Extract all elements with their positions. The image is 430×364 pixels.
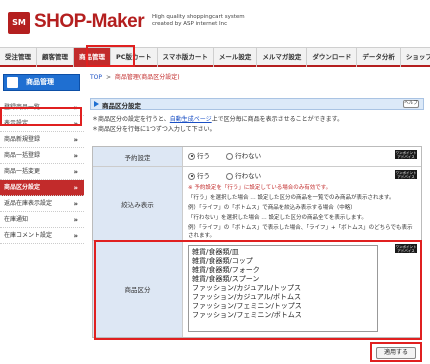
nav-orders[interactable]: 受注管理 xyxy=(0,48,37,67)
row-body: 行う 行わない ワンポイントアドバイス xyxy=(184,147,421,165)
note-line-2: ＊商品区分を行毎に1つずつ入力して下さい。 xyxy=(92,126,216,133)
help-button[interactable]: ヘルプ xyxy=(403,100,419,108)
radio-group-filter: 行う 行わない xyxy=(188,170,417,182)
triangle-marker-icon xyxy=(94,101,99,107)
tagline-line-2: created by ASP internet Inc xyxy=(152,21,228,27)
breadcrumb: TOP > 商品管理(商品区分設定) xyxy=(90,72,180,81)
sidebar-heading: 商品管理 xyxy=(3,74,80,91)
sidebar-item-label: 商品区分設定 xyxy=(4,184,41,191)
sidebar-item-stock-comment[interactable]: 在庫コメント設定 » xyxy=(0,228,84,244)
filter-desc-2: 例）「ライフ」の「ボトムス」で商品を絞込み表示する場合（中略） xyxy=(188,205,356,211)
sidebar-item-label: 商品一括登録 xyxy=(4,152,41,159)
filter-desc-4: 例）「ライフ」の「ボトムス」で表示した場合、「ライフ」+「ボトムス」のどちらでも… xyxy=(188,225,413,239)
nav-data-analysis[interactable]: データ分析 xyxy=(357,48,401,67)
nav-smartphone-cart[interactable]: スマホ版カート xyxy=(158,48,214,67)
sidebar-item-bulk-register[interactable]: 商品一括登録 » xyxy=(0,148,84,164)
radio-option-no[interactable]: 行わない xyxy=(226,152,261,160)
advice-badge[interactable]: ワンポイントアドバイス xyxy=(395,150,417,159)
row-label: 予約設定 xyxy=(93,147,183,166)
chevron-right-icon: » xyxy=(73,168,78,176)
chevron-right-icon: » xyxy=(73,184,78,192)
breadcrumb-top-link[interactable]: TOP xyxy=(90,74,102,81)
note-line-1: ＊商品区分の設定を行うと、自動生成ページ上で区分毎に商品を表示させることができま… xyxy=(92,116,344,123)
tagline-line-1: High quality shoppingcart system xyxy=(152,14,245,20)
apply-highlight-box xyxy=(370,342,422,362)
sidebar-highlight-box xyxy=(0,107,82,126)
nav-mail-settings[interactable]: メール設定 xyxy=(214,48,258,67)
sidebar-item-label: 在庫コメント設定 xyxy=(4,232,53,239)
advice-badge[interactable]: ワンポイントアドバイス xyxy=(395,170,417,179)
sidebar-item-label: 商品新規登録 xyxy=(4,136,41,143)
chevron-right-icon: » xyxy=(73,136,78,144)
nav-highlight-box xyxy=(86,45,135,67)
note-1-suffix: 上で区分毎に商品を表示させることができます。 xyxy=(211,116,344,123)
note-2-text: 商品区分を行毎に1つずつ入力して下さい。 xyxy=(98,126,216,133)
radio-option-no[interactable]: 行わない xyxy=(226,172,261,180)
app-header: SM SHOP-Maker High quality shoppingcart … xyxy=(0,0,430,45)
chevron-right-icon: » xyxy=(73,232,78,240)
sidebar-item-new-product[interactable]: 商品新規登録 » xyxy=(0,132,84,148)
sidebar-item-label: 商品一括変更 xyxy=(4,168,41,175)
sidebar-item-return-stock[interactable]: 返品在庫表示設定 » xyxy=(0,196,84,212)
auto-page-link[interactable]: 自動生成ページ xyxy=(170,116,212,123)
radio-no[interactable] xyxy=(226,152,234,160)
radio-option-yes[interactable]: 行う xyxy=(188,172,210,180)
logo-mark: SM xyxy=(8,12,30,34)
chevron-right-icon: » xyxy=(73,152,78,160)
sidebar-item-bulk-edit[interactable]: 商品一括変更 » xyxy=(0,164,84,180)
intro-notes: ＊商品区分の設定を行うと、自動生成ページ上で区分毎に商品を表示させることができま… xyxy=(92,115,343,135)
nav-customers[interactable]: 顧客管理 xyxy=(37,48,74,67)
sidebar-item-label: 返品在庫表示設定 xyxy=(4,200,53,207)
filter-desc-1: 「行う」を選択した場合 … 設定した区分の商品を一覧でのみ商品が表示されます。 xyxy=(188,195,395,201)
filter-red-note: ※ 予約設定を「行う」に設定している場合のみ有効です。 xyxy=(188,185,332,191)
logo-text: SHOP-Maker xyxy=(34,11,145,32)
chevron-right-icon: » xyxy=(73,200,78,208)
breadcrumb-current: 商品管理(商品区分設定) xyxy=(114,74,180,81)
sidebar-item-label: 在庫通知 xyxy=(4,216,29,223)
top-nav: 受注管理 顧客管理 商品管理 PC版カート スマホ版カート メール設定 メルマガ… xyxy=(0,47,430,67)
sidebar-item-category-settings[interactable]: 商品区分設定 » xyxy=(0,180,84,196)
radio-group-reservation: 行う 行わない xyxy=(188,150,417,162)
logo-tagline: High quality shoppingcart system created… xyxy=(152,14,245,28)
row-body: 行う 行わない ワンポイントアドバイス ※ 予約設定を「行う」に設定している場合… xyxy=(184,167,421,243)
note-1-prefix: 商品区分の設定を行うと、 xyxy=(98,116,170,123)
row-reservation: 予約設定 行う 行わない ワンポイントアドバイス xyxy=(93,147,421,167)
row-label: 絞込み表示 xyxy=(93,167,183,240)
filter-desc-3: 「行わない」を選択した場合 … 設定した区分の商品全てを表示します。 xyxy=(188,215,367,221)
page-title: 商品区分設定 xyxy=(102,102,141,110)
product-icon xyxy=(7,77,18,88)
sidebar-item-stock-notice[interactable]: 在庫通知 » xyxy=(0,212,84,228)
breadcrumb-separator: > xyxy=(105,74,111,81)
radio-no[interactable] xyxy=(226,172,234,180)
nav-download[interactable]: ダウンロード xyxy=(307,48,358,67)
chevron-right-icon: » xyxy=(73,216,78,224)
nav-newsletter-settings[interactable]: メルマガ設定 xyxy=(257,48,308,67)
radio-option-yes[interactable]: 行う xyxy=(188,152,210,160)
sidebar-heading-label: 商品管理 xyxy=(26,78,54,86)
radio-yes[interactable] xyxy=(188,172,195,180)
radio-yes[interactable] xyxy=(188,152,195,160)
nav-shop-info[interactable]: ショップ情 xyxy=(401,48,430,67)
section-title-bar: 商品区分設定 ヘルプ xyxy=(90,98,424,110)
row-filter-display: 絞込み表示 行う 行わない ワンポイントアドバイス ※ 予約設定を「行う」に設定… xyxy=(93,167,421,241)
category-highlight-box xyxy=(94,240,422,340)
